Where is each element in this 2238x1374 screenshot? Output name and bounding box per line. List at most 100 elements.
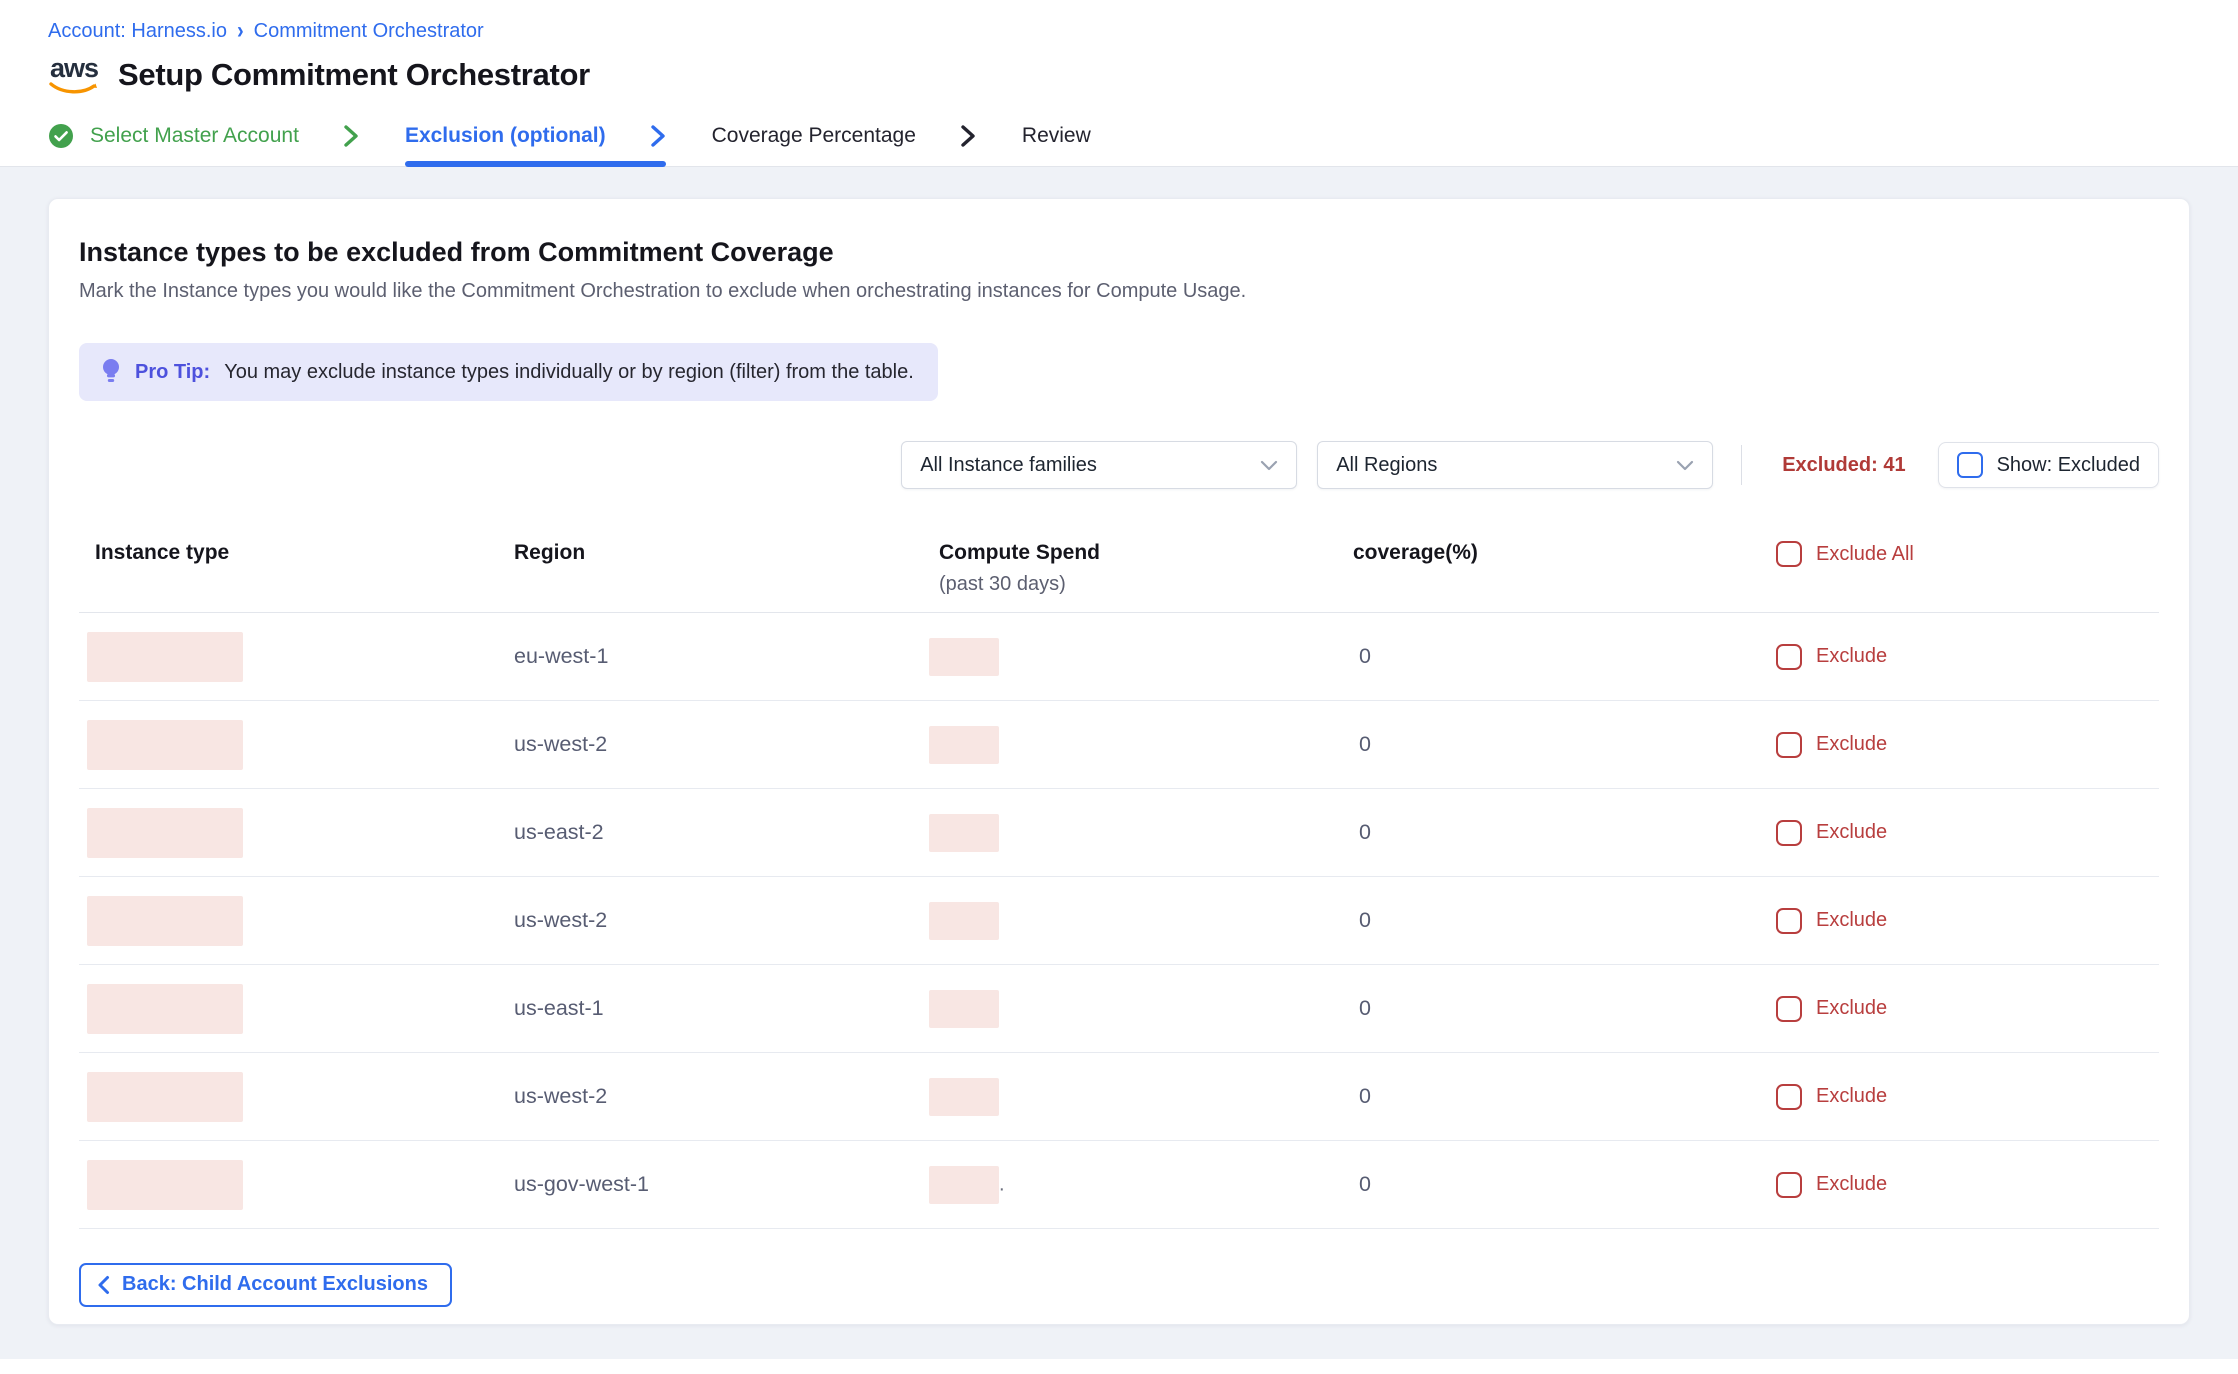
page-content: Instance types to be excluded from Commi… bbox=[0, 167, 2238, 1359]
panel-heading: Instance types to be excluded from Commi… bbox=[79, 237, 2159, 268]
regions-value: All Regions bbox=[1336, 454, 1437, 477]
pro-tip-label: Pro Tip: bbox=[135, 361, 210, 384]
exclude-checkbox[interactable] bbox=[1776, 732, 1802, 758]
coverage-cell: 0 bbox=[1353, 1084, 1746, 1109]
coverage-cell: 0 bbox=[1353, 644, 1746, 669]
exclude-checkbox[interactable] bbox=[1776, 996, 1802, 1022]
chevron-right-icon bbox=[650, 124, 666, 148]
exclude-control[interactable]: Exclude bbox=[1746, 820, 2159, 846]
breadcrumb-account-link[interactable]: Account: Harness.io bbox=[48, 20, 227, 43]
show-excluded-label: Show: Excluded bbox=[1997, 454, 2140, 477]
region-cell: us-west-2 bbox=[514, 732, 939, 757]
coverage-cell: 0 bbox=[1353, 820, 1746, 845]
exclude-control[interactable]: Exclude bbox=[1746, 732, 2159, 758]
compute-spend-redacted bbox=[929, 726, 999, 764]
exclude-control[interactable]: Exclude bbox=[1746, 1172, 2159, 1198]
compute-spend-redacted bbox=[929, 638, 999, 676]
step-label: Select Master Account bbox=[90, 124, 299, 148]
compute-spend-redacted bbox=[929, 1078, 999, 1116]
panel-subheading: Mark the Instance types you would like t… bbox=[79, 280, 2159, 303]
aws-logo-icon: aws bbox=[48, 55, 100, 95]
pro-tip-text: You may exclude instance types individua… bbox=[224, 361, 914, 384]
instance-type-redacted bbox=[87, 896, 243, 946]
exclude-checkbox[interactable] bbox=[1776, 908, 1802, 934]
regions-select[interactable]: All Regions bbox=[1317, 441, 1713, 489]
compute-spend-redacted bbox=[929, 902, 999, 940]
table-row: us-east-2 0 Exclude bbox=[79, 789, 2159, 877]
page-header: Account: Harness.io › Commitment Orchest… bbox=[0, 0, 2238, 95]
step-select-master-account[interactable]: Select Master Account bbox=[48, 105, 359, 166]
col-header-coverage: coverage(%) bbox=[1353, 541, 1746, 565]
check-circle-icon bbox=[48, 123, 74, 149]
exclusion-panel: Instance types to be excluded from Commi… bbox=[48, 198, 2190, 1325]
table-row: us-gov-west-1 . 0 Exclude bbox=[79, 1141, 2159, 1229]
region-cell: eu-west-1 bbox=[514, 644, 939, 669]
exclude-checkbox[interactable] bbox=[1776, 644, 1802, 670]
pro-tip-banner: Pro Tip: You may exclude instance types … bbox=[79, 343, 938, 401]
compute-spend-redacted bbox=[929, 814, 999, 852]
exclude-label: Exclude bbox=[1816, 733, 1887, 756]
breadcrumb-separator-icon: › bbox=[237, 18, 244, 46]
step-coverage-percentage[interactable]: Coverage Percentage bbox=[712, 105, 976, 166]
exclude-label: Exclude bbox=[1816, 645, 1887, 668]
instance-type-redacted bbox=[87, 720, 243, 770]
instance-type-redacted bbox=[87, 1160, 243, 1210]
table-row: eu-west-1 0 Exclude bbox=[79, 613, 2159, 701]
step-review[interactable]: Review bbox=[1022, 105, 1091, 166]
instance-families-select[interactable]: All Instance families bbox=[901, 441, 1297, 489]
table-row: us-west-2 0 Exclude bbox=[79, 1053, 2159, 1141]
step-label: Exclusion (optional) bbox=[405, 124, 606, 148]
setup-stepper: Select Master Account Exclusion (optiona… bbox=[0, 105, 2238, 167]
chevron-left-icon bbox=[97, 1275, 110, 1295]
exclude-label: Exclude bbox=[1816, 909, 1887, 932]
instance-type-redacted bbox=[87, 984, 243, 1034]
exclude-control[interactable]: Exclude bbox=[1746, 644, 2159, 670]
exclude-control[interactable]: Exclude bbox=[1746, 908, 2159, 934]
lightbulb-icon bbox=[101, 358, 121, 386]
back-button[interactable]: Back: Child Account Exclusions bbox=[79, 1263, 452, 1307]
step-label: Review bbox=[1022, 124, 1091, 148]
compute-spend-redacted bbox=[929, 990, 999, 1028]
breadcrumb: Account: Harness.io › Commitment Orchest… bbox=[48, 20, 2190, 43]
step-exclusion[interactable]: Exclusion (optional) bbox=[405, 105, 666, 166]
exclude-all-control[interactable]: Exclude All bbox=[1746, 541, 2159, 567]
instance-type-redacted bbox=[87, 632, 243, 682]
filter-divider bbox=[1741, 445, 1742, 485]
breadcrumb-page-link[interactable]: Commitment Orchestrator bbox=[254, 20, 484, 43]
exclude-control[interactable]: Exclude bbox=[1746, 996, 2159, 1022]
chevron-down-icon bbox=[1676, 460, 1694, 471]
table-row: us-west-2 0 Exclude bbox=[79, 701, 2159, 789]
exclude-all-checkbox[interactable] bbox=[1776, 541, 1802, 567]
exclude-label: Exclude bbox=[1816, 997, 1887, 1020]
coverage-cell: 0 bbox=[1353, 908, 1746, 933]
coverage-cell: 0 bbox=[1353, 732, 1746, 757]
exclusion-table: Instance type Region Compute Spend (past… bbox=[79, 541, 2159, 1229]
chevron-right-icon bbox=[960, 124, 976, 148]
instance-type-redacted bbox=[87, 808, 243, 858]
table-row: us-east-1 0 Exclude bbox=[79, 965, 2159, 1053]
chevron-down-icon bbox=[1260, 460, 1278, 471]
exclude-checkbox[interactable] bbox=[1776, 820, 1802, 846]
exclude-control[interactable]: Exclude bbox=[1746, 1084, 2159, 1110]
region-cell: us-west-2 bbox=[514, 1084, 939, 1109]
instance-families-value: All Instance families bbox=[920, 454, 1097, 477]
coverage-cell: 0 bbox=[1353, 1172, 1746, 1197]
col-header-compute-spend-period: (past 30 days) bbox=[939, 573, 1353, 596]
exclude-all-label: Exclude All bbox=[1816, 543, 1914, 566]
region-cell: us-east-1 bbox=[514, 996, 939, 1021]
back-button-label: Back: Child Account Exclusions bbox=[122, 1273, 428, 1296]
exclude-checkbox[interactable] bbox=[1776, 1084, 1802, 1110]
show-excluded-checkbox[interactable] bbox=[1957, 452, 1983, 478]
table-row: us-west-2 0 Exclude bbox=[79, 877, 2159, 965]
compute-spend-redacted bbox=[929, 1166, 999, 1204]
region-cell: us-east-2 bbox=[514, 820, 939, 845]
excluded-count-badge: Excluded: 41 bbox=[1782, 454, 1905, 477]
exclude-label: Exclude bbox=[1816, 821, 1887, 844]
filter-row: All Instance families All Regions Exclud… bbox=[79, 441, 2159, 489]
page-title: Setup Commitment Orchestrator bbox=[118, 57, 590, 93]
chevron-right-icon bbox=[343, 124, 359, 148]
instance-type-redacted bbox=[87, 1072, 243, 1122]
show-excluded-toggle[interactable]: Show: Excluded bbox=[1938, 442, 2159, 488]
col-header-compute-spend: Compute Spend bbox=[939, 541, 1353, 565]
exclude-checkbox[interactable] bbox=[1776, 1172, 1802, 1198]
